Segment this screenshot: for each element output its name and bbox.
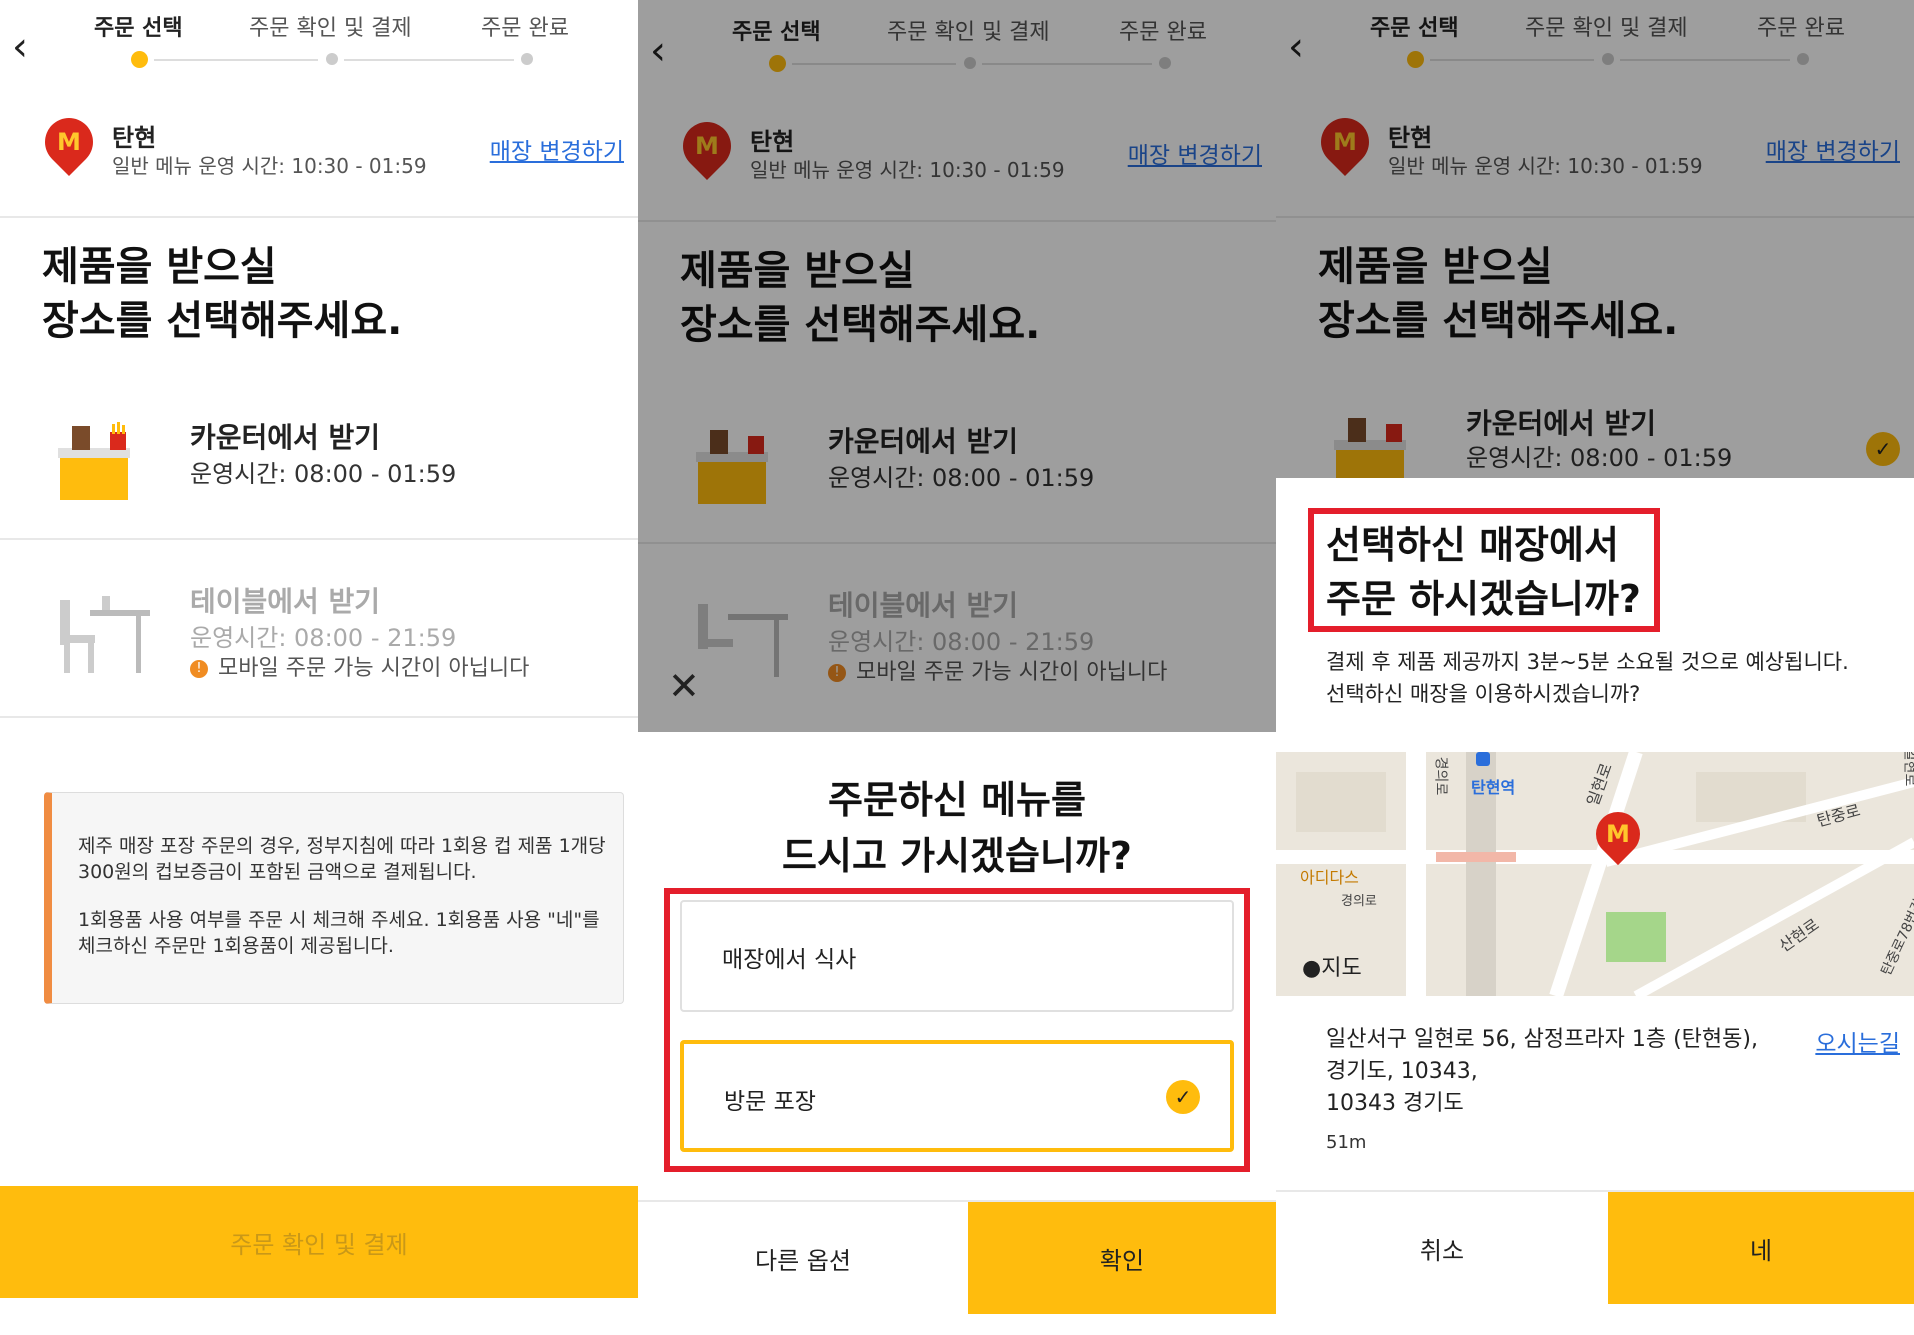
progress-track: [154, 59, 318, 61]
dialog-message: 결제 후 제품 제공까지 3분~5분 소요될 것으로 예상됩니다. 선택하신 매…: [1326, 650, 1849, 706]
store-hours: 일반 메뉴 운영 시간: 10:30 - 01:59: [112, 154, 427, 178]
option-hours: 운영시간: 08:00 - 01:59: [190, 460, 457, 488]
change-store-link[interactable]: 매장 변경하기: [490, 132, 624, 166]
page-title: 제품을 받으실 장소를 선택해주세요.: [42, 244, 403, 344]
step-select: 주문 선택: [94, 16, 183, 41]
dialog-title: 선택하신 매장에서 주문 하시겠습니까?: [1326, 523, 1641, 621]
warning-icon: !: [190, 660, 208, 678]
notice-text: 제주 매장 포장 주문의 경우, 정부지침에 따라 1회용 컵 제품 1개당 3…: [78, 835, 606, 883]
choice-label: 방문 포장: [724, 1089, 816, 1115]
option-title: 카운터에서 받기: [190, 421, 381, 454]
back-arrow-icon[interactable]: ‹: [12, 24, 48, 70]
directions-link[interactable]: 오시는길: [1815, 1024, 1900, 1058]
confirm-pay-button[interactable]: 주문 확인 및 결제: [0, 1186, 638, 1298]
option-warning: ! 모바일 주문 가능 시간이 아닙니다: [190, 650, 529, 682]
choice-takeout[interactable]: 방문 포장 ✓: [680, 1040, 1234, 1152]
progress-dot: [326, 53, 338, 65]
order-type-screen: ‹ 주문 선택 주문 확인 및 결제 주문 완료 M 탄현 일반 메뉴 운영 시…: [0, 0, 638, 1335]
map-label-road: 경의로: [1341, 894, 1377, 909]
store-distance: 51m: [1326, 1132, 1367, 1153]
apple-logo-icon: ●: [1302, 956, 1322, 981]
progress-dot: [521, 53, 533, 65]
other-options-button[interactable]: 다른 옵션: [638, 1202, 968, 1314]
progress-dot-active: [131, 51, 148, 68]
confirm-dialog: 선택하신 매장에서 주문 하시겠습니까? 결제 후 제품 제공까지 3분~5분 …: [1276, 478, 1914, 1335]
store-map[interactable]: 탄현역 아디다스 경의로 탄중로 산현로 탄중로78번길 일현로 경의로 일현로…: [1276, 752, 1914, 996]
cancel-button[interactable]: 취소: [1276, 1192, 1608, 1304]
choice-dine-in[interactable]: 매장에서 식사: [680, 900, 1234, 1012]
header: ‹ 주문 선택 주문 확인 및 결제 주문 완료: [0, 0, 638, 80]
counter-icon: [58, 422, 130, 500]
step-confirm-pay: 주문 확인 및 결제: [249, 16, 412, 41]
table-chair-icon: [60, 596, 150, 673]
modal-overlay[interactable]: [1276, 0, 1914, 478]
store-confirm-screen: ‹ 주문 선택 주문 확인 및 결제 주문 완료 M 탄현 일반 메뉴 운영 시…: [1276, 0, 1914, 1335]
map-label-shop: 아디다스: [1300, 868, 1359, 887]
close-icon[interactable]: ✕: [668, 664, 700, 708]
map-label-road: 경의로: [1432, 756, 1449, 796]
notice-text: 1회용품 사용 여부를 주문 시 체크해 주세요. 1회용품 사용 "네"를 체…: [78, 909, 600, 957]
store-name: 탄현: [112, 124, 157, 152]
divider: [0, 716, 638, 718]
mcdonalds-pin-icon[interactable]: M: [1586, 802, 1650, 866]
option-counter[interactable]: 카운터에서 받기 운영시간: 08:00 - 01:59: [0, 380, 638, 536]
check-icon: ✓: [1166, 1080, 1200, 1114]
map-label-road: 일현로: [1901, 752, 1914, 787]
modal-overlay[interactable]: [638, 0, 1276, 732]
option-hours: 운영시간: 08:00 - 21:59: [190, 624, 457, 652]
confirm-button[interactable]: 확인: [968, 1202, 1276, 1314]
notice-box: 제주 매장 포장 주문의 경우, 정부지침에 따라 1회용 컵 제품 1개당 3…: [44, 792, 624, 1004]
step-complete: 주문 완료: [481, 16, 569, 41]
map-attribution: ●지도: [1302, 956, 1362, 981]
store-info: M 탄현 일반 메뉴 운영 시간: 10:30 - 01:59 매장 변경하기: [0, 98, 638, 194]
mcdonalds-pin-icon: M: [35, 108, 103, 176]
progress-track: [344, 59, 514, 61]
screenshot-collage: ‹ 주문 선택 주문 확인 및 결제 주문 완료 M 탄현 일반 메뉴 운영 시…: [0, 0, 1914, 1335]
divider: [0, 216, 638, 218]
sheet-title: 주문하신 메뉴를 드시고 가시겠습니까?: [782, 778, 1132, 878]
yes-button[interactable]: 네: [1608, 1192, 1914, 1304]
choice-label: 매장에서 식사: [722, 947, 857, 973]
option-table[interactable]: 테이블에서 받기 운영시간: 08:00 - 21:59 ! 모바일 주문 가능 …: [0, 540, 638, 714]
store-address: 일산서구 일현로 56, 삼정프라자 1층 (탄현동), 경기도, 10343,…: [1326, 1027, 1758, 1116]
option-title: 테이블에서 받기: [190, 585, 381, 618]
dine-choice-screen: ‹ 주문 선택 주문 확인 및 결제 주문 완료 M 탄현 일반 메뉴 운영 시…: [638, 0, 1276, 1335]
map-label-station: 탄현역: [1471, 778, 1516, 797]
